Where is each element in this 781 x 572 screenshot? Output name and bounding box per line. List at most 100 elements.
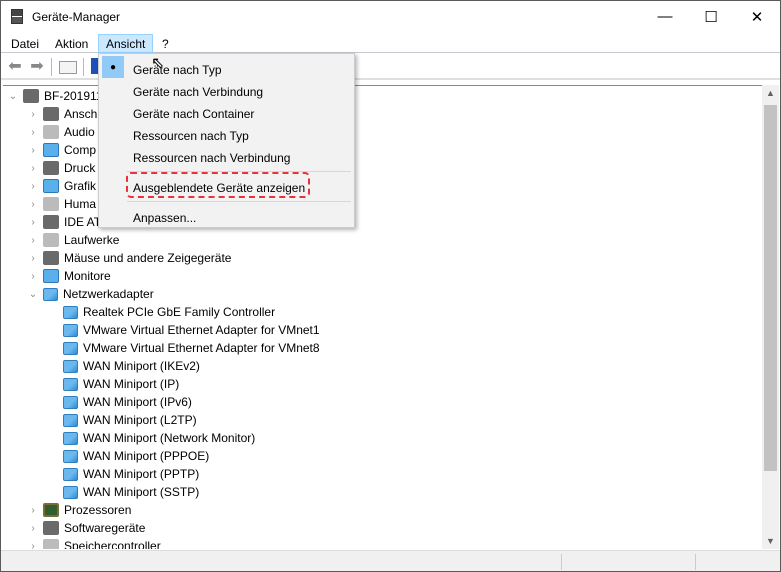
expand-chevron-icon[interactable]: › [27, 253, 39, 264]
tree-item-label: IDE AT [64, 215, 102, 229]
back-icon[interactable]: ⬅ [6, 58, 24, 75]
expand-chevron-icon[interactable]: › [27, 271, 39, 282]
network-adapter-item[interactable]: WAN Miniport (PPPOE) [47, 447, 209, 465]
menu-help[interactable]: ? [155, 34, 176, 53]
tree-item-label: Comp [64, 143, 97, 157]
expand-chevron-icon[interactable]: › [27, 145, 39, 156]
tree-item-label: WAN Miniport (Network Monitor) [83, 431, 256, 445]
scrollbar-thumb[interactable] [764, 105, 777, 471]
tree-category[interactable]: › Anschl [27, 105, 100, 123]
network-adapter-item[interactable]: WAN Miniport (IP) [47, 375, 179, 393]
minimize-button[interactable]: — [642, 1, 688, 32]
tree-item-label: VMware Virtual Ethernet Adapter for VMne… [83, 323, 320, 337]
status-bar [1, 550, 780, 571]
expand-chevron-icon[interactable]: › [27, 163, 39, 174]
device-category-icon [43, 539, 59, 549]
tree-category[interactable]: › Softwaregeräte [27, 519, 145, 537]
expand-chevron-icon[interactable]: › [27, 199, 39, 210]
tree-item-label: Audio [64, 125, 95, 139]
tree-item-label: Realtek PCIe GbE Family Controller [83, 305, 276, 319]
device-manager-window: Geräte-Manager — ☐ ✕ Datei Aktion Ansich… [0, 0, 781, 572]
scroll-down-icon[interactable]: ▼ [762, 536, 779, 546]
device-category-icon [43, 215, 59, 229]
device-category-icon [63, 431, 78, 445]
expand-chevron-icon[interactable]: › [27, 109, 39, 120]
tree-category[interactable]: › Speichercontroller [27, 537, 161, 549]
network-adapter-item[interactable]: WAN Miniport (SSTP) [47, 483, 199, 501]
tree-item-label: WAN Miniport (IP) [83, 377, 180, 391]
close-button[interactable]: ✕ [734, 1, 780, 32]
network-adapter-item[interactable]: WAN Miniport (IKEv2) [47, 357, 200, 375]
tree-item-label: Huma [64, 197, 97, 211]
scroll-up-icon[interactable]: ▲ [762, 88, 779, 98]
menu-item-customize[interactable]: Anpassen... [99, 204, 354, 226]
title-bar: Geräte-Manager — ☐ ✕ [1, 1, 780, 32]
expand-chevron-icon[interactable]: › [27, 127, 39, 138]
device-category-icon [43, 161, 59, 175]
properties-icon[interactable] [59, 61, 77, 74]
menu-separator [127, 201, 351, 202]
tree-category[interactable]: › Huma [27, 195, 96, 213]
tree-item-label: Mäuse und andere Zeigegeräte [64, 251, 232, 265]
expand-chevron-icon[interactable]: › [27, 235, 39, 246]
menu-item-resources-by-type[interactable]: Ressourcen nach Typ [99, 122, 354, 144]
menu-item-devices-by-type[interactable]: Geräte nach Typ [99, 56, 354, 78]
device-category-icon [63, 341, 78, 355]
network-adapter-item[interactable]: VMware Virtual Ethernet Adapter for VMne… [47, 321, 320, 339]
view-menu-dropdown: ● Geräte nach Typ Geräte nach Verbindung… [98, 53, 355, 228]
device-category-icon [43, 143, 59, 157]
device-category-icon [43, 125, 59, 139]
collapse-chevron-icon[interactable]: ⌄ [7, 91, 19, 102]
expand-chevron-icon[interactable]: › [27, 523, 39, 534]
tree-root[interactable]: ⌄ BF-201911 [7, 87, 102, 105]
tree-item-label: WAN Miniport (PPTP) [83, 467, 200, 481]
tree-item-label: Anschl [64, 107, 101, 121]
tree-item-label: Netzwerkadapter [63, 287, 154, 301]
device-category-icon [43, 233, 59, 247]
tree-category[interactable]: › Laufwerke [27, 231, 119, 249]
network-adapter-item[interactable]: WAN Miniport (IPv6) [47, 393, 192, 411]
network-adapter-item[interactable]: WAN Miniport (PPTP) [47, 465, 199, 483]
expand-chevron-icon[interactable]: › [27, 505, 39, 516]
menu-datei[interactable]: Datei [4, 34, 46, 53]
menu-aktion[interactable]: Aktion [48, 34, 95, 53]
expand-chevron-icon[interactable]: › [27, 181, 39, 192]
vertical-scrollbar[interactable]: ▲ ▼ [762, 85, 779, 549]
device-category-icon [63, 413, 78, 427]
device-category-icon [43, 197, 59, 211]
tree-category[interactable]: › Audio [27, 123, 95, 141]
status-divider [695, 554, 696, 570]
expand-chevron-icon[interactable]: › [27, 541, 39, 550]
forward-icon[interactable]: ➡ [28, 58, 46, 75]
tree-category[interactable]: ⌄ Netzwerkadapter [27, 285, 154, 303]
tree-category[interactable]: › Monitore [27, 267, 111, 285]
tree-category[interactable]: › Grafik [27, 177, 96, 195]
toolbar-separator [51, 58, 52, 76]
tree-item-label: Speichercontroller [64, 539, 161, 549]
tree-category[interactable]: › Prozessoren [27, 501, 131, 519]
device-category-icon [63, 359, 78, 373]
tree-item-label: Druck [64, 161, 96, 175]
network-adapter-item[interactable]: Realtek PCIe GbE Family Controller [47, 303, 275, 321]
menu-item-resources-by-connection[interactable]: Ressourcen nach Verbindung [99, 144, 354, 166]
tree-category[interactable]: › Druck [27, 159, 95, 177]
tree-category[interactable]: › Comp [27, 141, 96, 159]
tree-category[interactable]: › IDE AT [27, 213, 101, 231]
expand-chevron-icon[interactable]: › [27, 217, 39, 228]
tree-item-label: WAN Miniport (IKEv2) [83, 359, 200, 373]
device-category-icon [43, 251, 59, 265]
tree-item-label: Prozessoren [64, 503, 132, 517]
tree-item-label: Monitore [64, 269, 111, 283]
network-adapter-item[interactable]: WAN Miniport (Network Monitor) [47, 429, 255, 447]
device-manager-icon [11, 9, 23, 24]
device-category-icon [63, 323, 78, 337]
menu-item-devices-by-container[interactable]: Geräte nach Container [99, 100, 354, 122]
menu-item-devices-by-connection[interactable]: Geräte nach Verbindung [99, 78, 354, 100]
menu-ansicht[interactable]: Ansicht [98, 34, 154, 53]
tree-category[interactable]: › Mäuse und andere Zeigegeräte [27, 249, 231, 267]
network-adapter-item[interactable]: WAN Miniport (L2TP) [47, 411, 197, 429]
maximize-button[interactable]: ☐ [688, 1, 734, 32]
network-adapter-item[interactable]: VMware Virtual Ethernet Adapter for VMne… [47, 339, 320, 357]
status-divider [561, 554, 562, 570]
collapse-chevron-icon[interactable]: ⌄ [27, 289, 39, 300]
